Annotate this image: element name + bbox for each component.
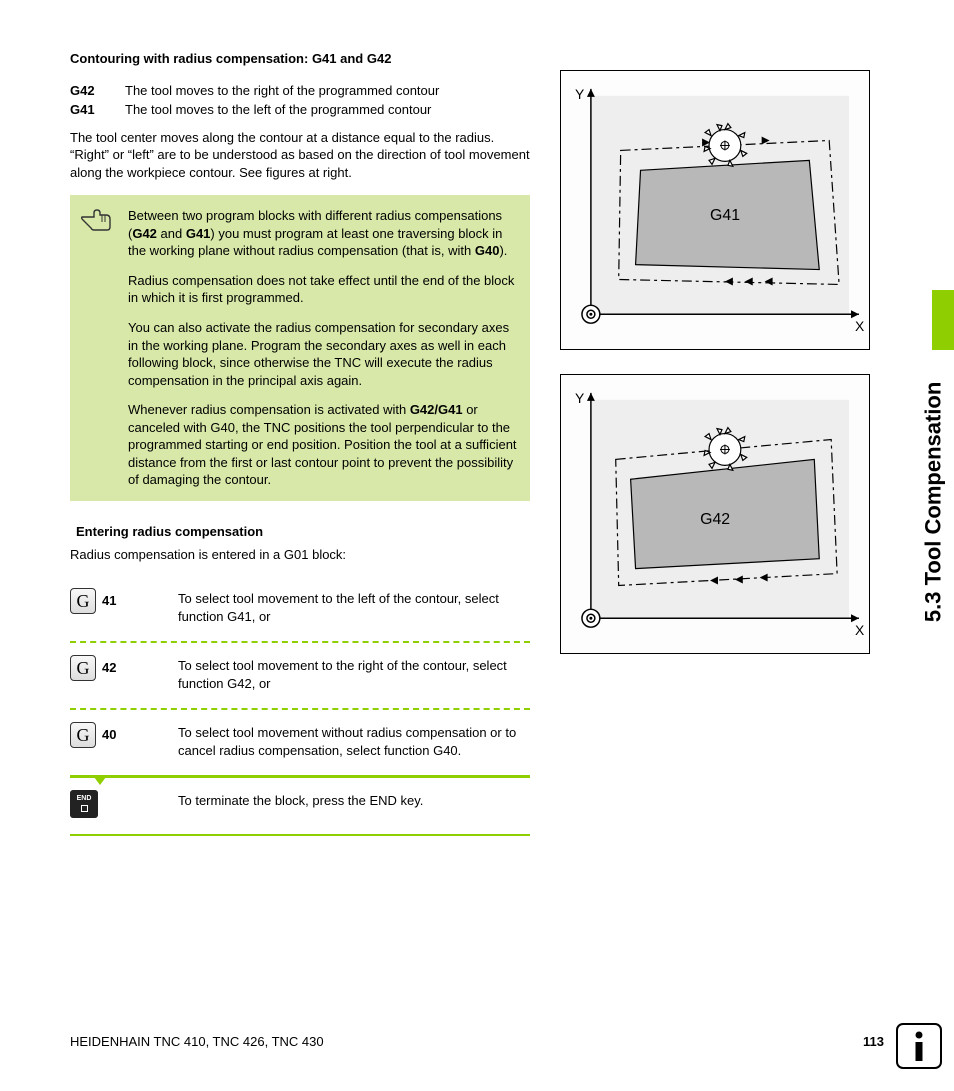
section-title: 5.3 Tool Compensation: [918, 382, 948, 622]
g-key-icon: G: [70, 588, 96, 614]
diagram-label: G41: [710, 207, 740, 224]
def-desc: The tool moves to the right of the progr…: [125, 82, 439, 100]
axis-y: Y: [575, 390, 584, 406]
diagram-g41: X Y: [560, 70, 870, 350]
g-key-icon: G: [70, 655, 96, 681]
axis-x: X: [855, 318, 864, 334]
step-row: G 41 To select tool movement to the left…: [70, 578, 530, 639]
note-box: Between two program blocks with differen…: [70, 195, 530, 501]
step-row: END To terminate the block, press the EN…: [70, 780, 530, 832]
sub-intro: Radius compensation is entered in a G01 …: [70, 546, 530, 564]
axis-x: X: [855, 622, 864, 638]
page-footer: HEIDENHAIN TNC 410, TNC 426, TNC 430 113: [70, 1033, 884, 1051]
g-key-number: 42: [102, 659, 116, 677]
separator-dashed: [70, 641, 530, 643]
note-p2: Radius compensation does not take effect…: [128, 272, 518, 307]
step-text: To select tool movement to the right of …: [178, 655, 530, 692]
step-text: To select tool movement to the left of t…: [178, 588, 530, 625]
diagram-g42: X Y: [560, 374, 870, 654]
diagram-label: G42: [700, 511, 730, 528]
page-heading: Contouring with radius compensation: G41…: [70, 50, 530, 68]
g-key-icon: G: [70, 722, 96, 748]
sub-heading: Entering radius compensation: [76, 523, 530, 541]
page-number: 113: [863, 1033, 884, 1051]
intro-paragraph: The tool center moves along the contour …: [70, 129, 530, 182]
note-p1: Between two program blocks with differen…: [128, 207, 518, 260]
separator-solid-arrow: [70, 775, 530, 778]
step-row: G 42 To select tool movement to the righ…: [70, 645, 530, 706]
step-text: To terminate the block, press the END ke…: [178, 790, 530, 810]
def-term: G42: [70, 82, 125, 100]
g-key-number: 41: [102, 592, 116, 610]
note-p4: Whenever radius compensation is activate…: [128, 401, 518, 489]
g-key-number: 40: [102, 726, 116, 744]
section-side-tab: 5.3 Tool Compensation: [906, 50, 954, 370]
def-term: G41: [70, 101, 125, 119]
end-key-icon: END: [70, 790, 98, 818]
step-text: To select tool movement without radius c…: [178, 722, 530, 759]
footer-product: HEIDENHAIN TNC 410, TNC 426, TNC 430: [70, 1033, 324, 1051]
pointing-hand-icon: [80, 205, 114, 233]
separator-dashed: [70, 708, 530, 710]
step-row: G 40 To select tool movement without rad…: [70, 712, 530, 773]
separator-solid: [70, 834, 530, 837]
axis-y: Y: [575, 86, 584, 102]
def-desc: The tool moves to the left of the progra…: [125, 101, 431, 119]
definition-list: G42 The tool moves to the right of the p…: [70, 82, 530, 119]
note-p3: You can also activate the radius compens…: [128, 319, 518, 389]
info-icon: [896, 1023, 942, 1069]
